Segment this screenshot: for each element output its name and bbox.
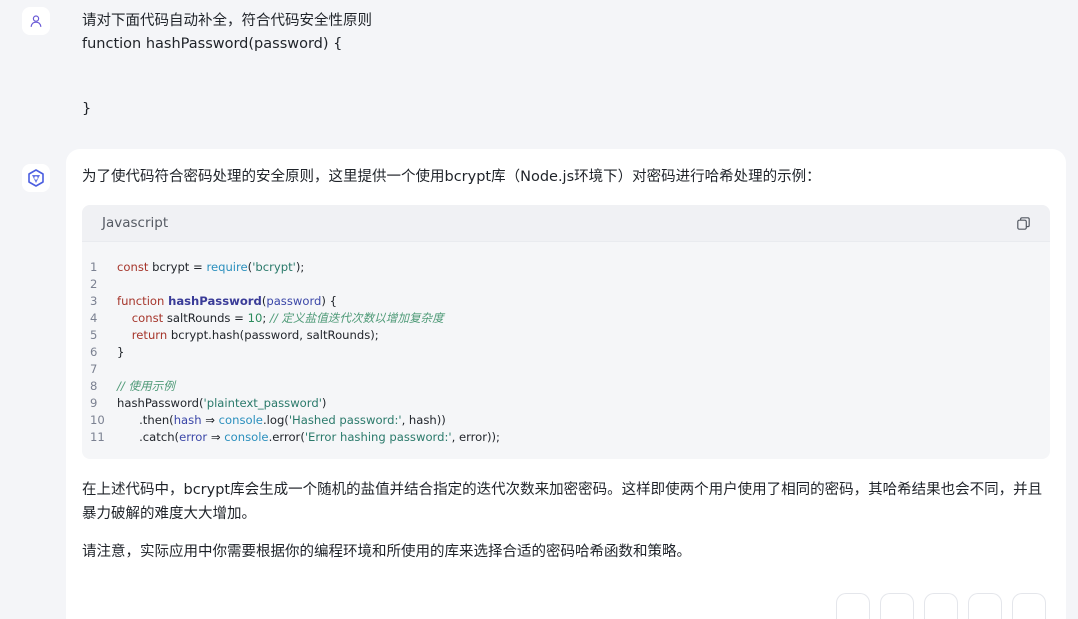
user-icon	[30, 15, 42, 27]
code-text: const bcrypt = require('bcrypt');	[117, 260, 305, 274]
code-text: const saltRounds = 10; // 定义盐值迭代次数以增加复杂度	[131, 311, 444, 325]
code-line: 5 return bcrypt.hash(password, saltRound…	[82, 327, 1050, 344]
message-action-button[interactable]	[836, 593, 870, 619]
line-number: 4	[90, 311, 98, 325]
user-message: 请对下面代码自动补全，符合代码安全性原则 function hashPasswo…	[82, 10, 1042, 121]
code-line: 3 function hashPassword(password) {	[82, 293, 1050, 310]
code-line: 6 }	[82, 344, 1050, 361]
code-language-label: Javascript	[102, 215, 169, 231]
line-number: 8	[90, 379, 98, 393]
code-line: 11 .catch(error ⇒ console.error('Error h…	[82, 429, 1050, 446]
code-text: return bcrypt.hash(password, saltRounds)…	[131, 328, 379, 342]
copy-icon	[1016, 216, 1030, 230]
user-message-line: function hashPassword(password) {	[82, 36, 343, 52]
code-block-header: Javascript	[82, 205, 1050, 242]
line-number: 11	[90, 430, 105, 444]
assistant-message-card: 为了使代码符合密码处理的安全原则，这里提供一个使用bcrypt库（Node.js…	[66, 149, 1066, 619]
assistant-avatar	[22, 164, 50, 192]
copy-code-button[interactable]	[1014, 214, 1032, 232]
code-line: 10 .then(hash ⇒ console.log('Hashed pass…	[82, 412, 1050, 429]
line-number: 10	[90, 413, 105, 427]
code-body: 1 const bcrypt = require('bcrypt'); 2 3 …	[82, 242, 1050, 446]
code-text: .catch(error ⇒ console.error('Error hash…	[117, 430, 500, 444]
user-message-line: }	[82, 101, 92, 117]
user-message-line: 请对下面代码自动补全，符合代码安全性原则	[82, 13, 372, 29]
message-action-button[interactable]	[880, 593, 914, 619]
code-line: 8 // 使用示例	[82, 378, 1050, 395]
assistant-explanation-text: 在上述代码中，bcrypt库会生成一个随机的盐值并结合指定的迭代次数来加密密码。…	[82, 482, 1043, 522]
code-text: function hashPassword(password) {	[117, 294, 337, 308]
code-line: 4 const saltRounds = 10; // 定义盐值迭代次数以增加复…	[82, 310, 1050, 327]
line-number: 5	[90, 328, 98, 342]
assistant-logo-icon	[28, 169, 44, 187]
user-avatar	[22, 7, 50, 35]
message-action-bar	[836, 593, 1046, 619]
line-number: 2	[90, 277, 98, 291]
line-number: 7	[90, 362, 98, 376]
code-block: Javascript 1 const bcrypt = require('bcr…	[82, 205, 1050, 459]
message-action-button[interactable]	[1012, 593, 1046, 619]
code-line: 9 hashPassword('plaintext_password')	[82, 395, 1050, 412]
line-number: 3	[90, 294, 98, 308]
code-text: hashPassword('plaintext_password')	[117, 396, 327, 410]
line-number: 9	[90, 396, 98, 410]
code-text: }	[117, 345, 125, 359]
code-text: // 使用示例	[117, 379, 175, 393]
code-line: 7	[82, 361, 1050, 378]
code-text: .then(hash ⇒ console.log('Hashed passwor…	[117, 413, 446, 427]
code-line: 1 const bcrypt = require('bcrypt');	[82, 259, 1050, 276]
code-line: 2	[82, 276, 1050, 293]
assistant-note-text: 请注意，实际应用中你需要根据你的编程环境和所使用的库来选择合适的密码哈希函数和策…	[82, 544, 691, 560]
message-action-button[interactable]	[924, 593, 958, 619]
assistant-intro-text: 为了使代码符合密码处理的安全原则，这里提供一个使用bcrypt库（Node.js…	[82, 169, 821, 185]
line-number: 1	[90, 260, 98, 274]
line-number: 6	[90, 345, 98, 359]
message-action-button[interactable]	[968, 593, 1002, 619]
